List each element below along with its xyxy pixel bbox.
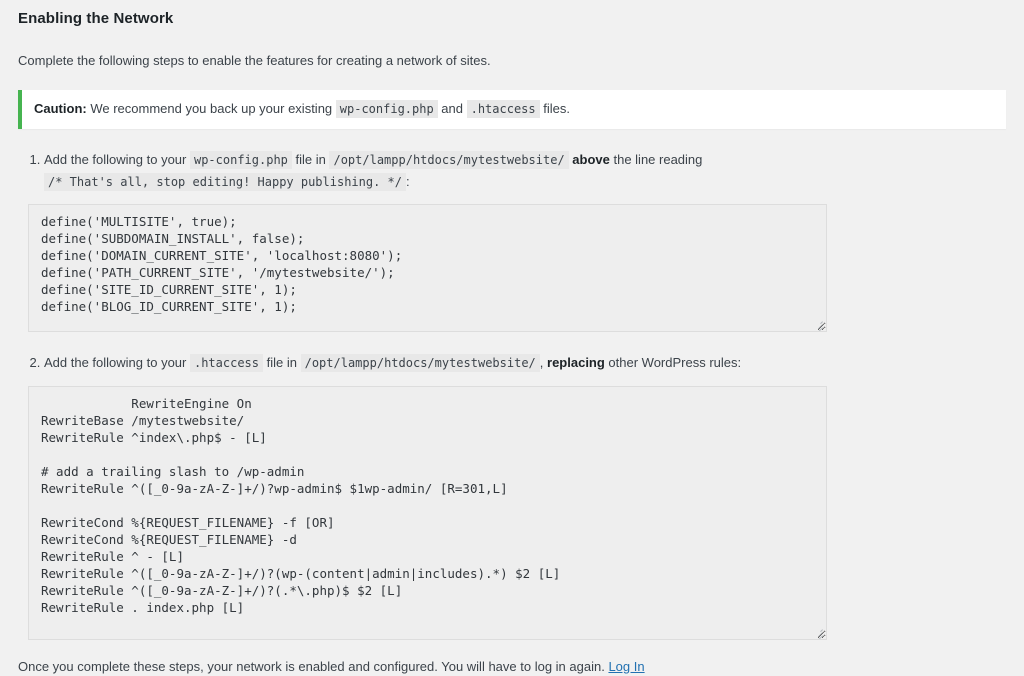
step2-text-2: file in [263, 355, 301, 371]
step2-code-path: /opt/lampp/htdocs/mytestwebsite/ [300, 354, 540, 373]
caution-text-1: We recommend you back up your existing [86, 101, 336, 116]
caution-text-2: and [437, 101, 467, 116]
step-item-1: Add the following to your wp-config.php … [28, 149, 1006, 333]
step1-code-path: /opt/lampp/htdocs/mytestwebsite/ [329, 151, 569, 170]
network-setup-page: Enabling the Network Complete the follow… [0, 0, 1024, 676]
step1-text-4: the line reading [609, 152, 703, 168]
completion-text: Once you complete these steps, your netw… [18, 657, 1006, 676]
log-in-link[interactable]: Log In [608, 659, 644, 674]
caution-notice: Caution: We recommend you back up your e… [18, 89, 1006, 130]
step1-text-5: : [406, 173, 410, 189]
step1-text-1: Add the following to your [44, 152, 190, 168]
wp-config-code-textarea[interactable]: define('MULTISITE', true); define('SUBDO… [28, 204, 827, 333]
step2-emphasis: replacing [547, 355, 605, 371]
page-intro-text: Complete the following steps to enable t… [18, 53, 491, 68]
caution-code-wp-config: wp-config.php [335, 100, 438, 118]
step1-code-marker: /* That's all, stop editing! Happy publi… [44, 172, 407, 191]
setup-steps-list: Add the following to your wp-config.php … [18, 149, 1006, 640]
step1-code-file: wp-config.php [189, 151, 292, 170]
step2-code-file: .htaccess [189, 354, 264, 373]
resize-handle-icon[interactable] [812, 317, 825, 332]
wp-config-code-content: define('MULTISITE', true); define('SUBDO… [41, 214, 403, 315]
caution-text-3: files. [539, 101, 570, 116]
step2-text-3: , [539, 355, 548, 371]
htaccess-code-content: RewriteEngine On RewriteBase /mytestwebs… [41, 395, 561, 615]
step1-emphasis: above [572, 152, 610, 168]
completion-message: Once you complete these steps, your netw… [18, 658, 605, 674]
step2-text-1: Add the following to your [44, 355, 190, 371]
resize-handle-icon[interactable] [812, 625, 825, 639]
caution-code-htaccess: .htaccess [466, 100, 540, 118]
step1-text-2: file in [291, 152, 330, 168]
step2-text-4: other WordPress rules: [604, 355, 742, 371]
caution-label: Caution: [34, 101, 87, 116]
step-item-2: Add the following to your .htaccess file… [28, 352, 1006, 640]
page-title: Enabling the Network [18, 10, 174, 27]
htaccess-code-textarea[interactable]: RewriteEngine On RewriteBase /mytestwebs… [28, 385, 827, 640]
caution-notice-text: Caution: We recommend you back up your e… [34, 97, 994, 122]
